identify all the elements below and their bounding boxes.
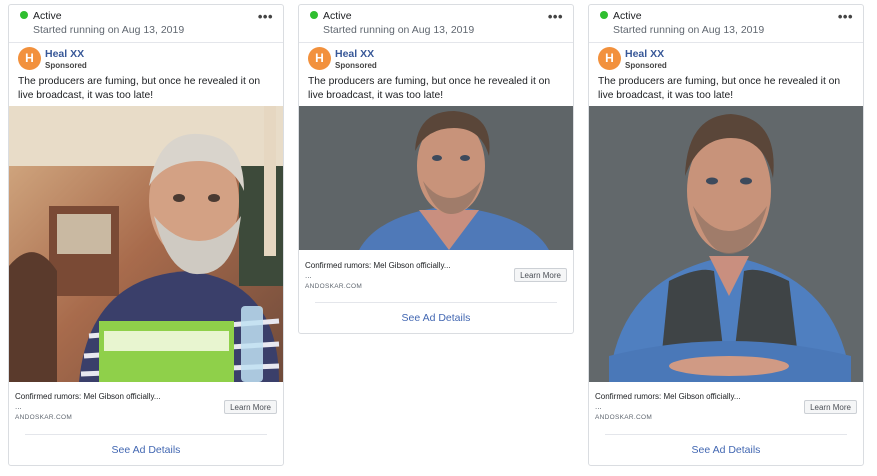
status-indicator: Active <box>310 10 352 22</box>
divider <box>25 434 267 435</box>
status-indicator: Active <box>20 10 62 22</box>
see-ad-details-link[interactable]: See Ad Details <box>299 312 573 324</box>
link-title[interactable]: Confirmed rumors: Mel Gibson officially.… <box>15 392 161 401</box>
divider <box>589 42 863 43</box>
divider <box>9 42 283 43</box>
more-options-icon[interactable]: ••• <box>258 9 273 24</box>
sponsored-label: Sponsored <box>625 61 667 70</box>
link-description: ... <box>595 402 602 411</box>
ad-photo-vest-man <box>589 106 863 382</box>
ad-body-text: The producers are fuming, but once he re… <box>308 76 551 101</box>
started-running-text: Started running on Aug 13, 2019 <box>613 24 765 36</box>
active-dot-icon <box>20 11 28 19</box>
divider <box>315 302 557 303</box>
learn-more-button[interactable]: Learn More <box>224 400 277 414</box>
avatar[interactable]: H <box>598 47 621 70</box>
ad-card: Active Started running on Aug 13, 2019 •… <box>298 4 574 334</box>
see-ad-details-link[interactable]: See Ad Details <box>9 444 283 456</box>
ad-body-text: The producers are fuming, but once he re… <box>598 76 841 101</box>
status-indicator: Active <box>600 10 642 22</box>
sponsored-label: Sponsored <box>335 61 377 70</box>
ad-image[interactable] <box>589 106 863 382</box>
ad-body-text: The producers are fuming, but once he re… <box>18 76 261 101</box>
link-description: ... <box>305 271 312 280</box>
link-domain: ANDOSKAR.COM <box>595 414 653 421</box>
page-name-link[interactable]: Heal XX <box>335 48 374 60</box>
active-dot-icon <box>600 11 608 19</box>
divider <box>299 42 573 43</box>
ad-image[interactable] <box>299 106 573 250</box>
status-label: Active <box>613 10 642 22</box>
status-label: Active <box>323 10 352 22</box>
active-dot-icon <box>310 11 318 19</box>
ad-card: Active Started running on Aug 13, 2019 •… <box>588 4 864 466</box>
page-name-link[interactable]: Heal XX <box>625 48 664 60</box>
link-title[interactable]: Confirmed rumors: Mel Gibson officially.… <box>305 261 451 270</box>
link-description: ... <box>15 402 22 411</box>
learn-more-button[interactable]: Learn More <box>804 400 857 414</box>
status-label: Active <box>33 10 62 22</box>
divider <box>605 434 847 435</box>
link-title[interactable]: Confirmed rumors: Mel Gibson officially.… <box>595 392 741 401</box>
ad-photo-street-man <box>9 106 283 382</box>
link-domain: ANDOSKAR.COM <box>15 414 73 421</box>
more-options-icon[interactable]: ••• <box>548 9 563 24</box>
learn-more-button[interactable]: Learn More <box>514 268 567 282</box>
page-name-link[interactable]: Heal XX <box>45 48 84 60</box>
started-running-text: Started running on Aug 13, 2019 <box>33 24 185 36</box>
more-options-icon[interactable]: ••• <box>838 9 853 24</box>
avatar[interactable]: H <box>18 47 41 70</box>
sponsored-label: Sponsored <box>45 61 87 70</box>
ad-image[interactable] <box>9 106 283 382</box>
link-domain: ANDOSKAR.COM <box>305 283 363 290</box>
avatar[interactable]: H <box>308 47 331 70</box>
ad-photo-portrait-man <box>299 106 573 250</box>
see-ad-details-link[interactable]: See Ad Details <box>589 444 863 456</box>
started-running-text: Started running on Aug 13, 2019 <box>323 24 475 36</box>
ad-card: Active Started running on Aug 13, 2019 •… <box>8 4 284 466</box>
